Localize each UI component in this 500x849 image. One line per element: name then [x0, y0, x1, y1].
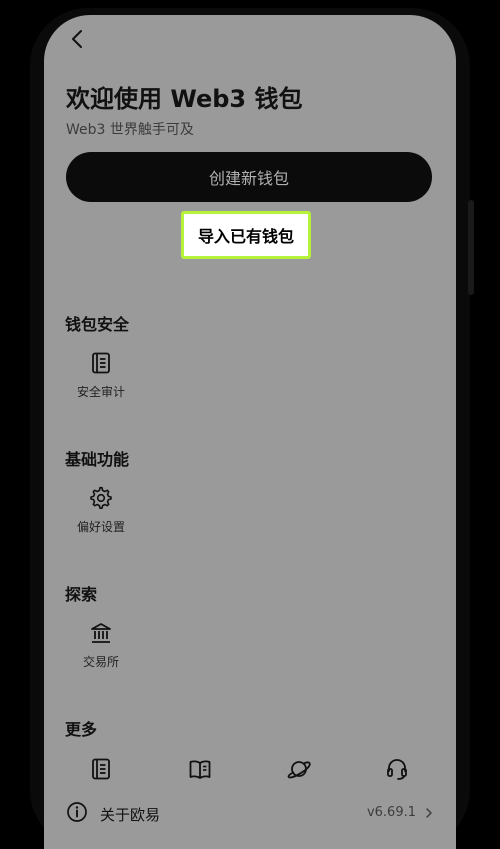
section-title-explore: 探索 — [65, 585, 98, 604]
planet-icon — [287, 761, 311, 779]
import-wallet-button[interactable]: 导入已有钱包 — [181, 211, 311, 259]
section-title-basic: 基础功能 — [65, 450, 130, 469]
feature-label: 交易所 — [82, 655, 119, 669]
feature-preferences[interactable]: 偏好设置 — [56, 486, 146, 535]
feature-label: 安全审计 — [76, 385, 125, 399]
chevron-left-icon — [72, 30, 82, 48]
headset-icon — [387, 759, 407, 780]
wallet-welcome-screen: 欢迎使用 Web3 钱包 Web3 世界触手可及 创建新钱包 导入已有钱包 钱包… — [44, 15, 456, 849]
phone-side-button — [468, 200, 474, 295]
chevron-right-icon — [426, 808, 432, 818]
feature-label: 偏好设置 — [76, 520, 125, 534]
document-list-icon — [92, 758, 110, 780]
more-support-button[interactable] — [385, 757, 409, 785]
page-subtitle: Web3 世界触手可及 — [66, 122, 194, 138]
create-wallet-button[interactable]: 创建新钱包 — [66, 152, 432, 202]
gear-icon — [90, 486, 112, 509]
info-icon — [67, 802, 87, 822]
section-title-more: 更多 — [65, 720, 98, 739]
more-explore-button[interactable] — [286, 757, 312, 785]
feature-security-audit[interactable]: 安全审计 — [56, 351, 146, 400]
section-title-security: 钱包安全 — [65, 315, 130, 334]
book-icon — [189, 760, 211, 779]
about-label: 关于欧易 — [100, 806, 161, 824]
more-guide-button[interactable] — [188, 757, 212, 785]
feature-exchange[interactable]: 交易所 — [56, 621, 146, 670]
document-icon — [92, 352, 110, 374]
app-version: v6.69.1 — [366, 805, 416, 820]
about-okx-row[interactable]: 关于欧易 v6.69.1 — [66, 801, 436, 827]
back-button[interactable] — [66, 27, 90, 51]
more-document-button[interactable] — [89, 757, 113, 785]
page-title: 欢迎使用 Web3 钱包 — [66, 85, 303, 113]
bank-icon — [91, 623, 111, 643]
